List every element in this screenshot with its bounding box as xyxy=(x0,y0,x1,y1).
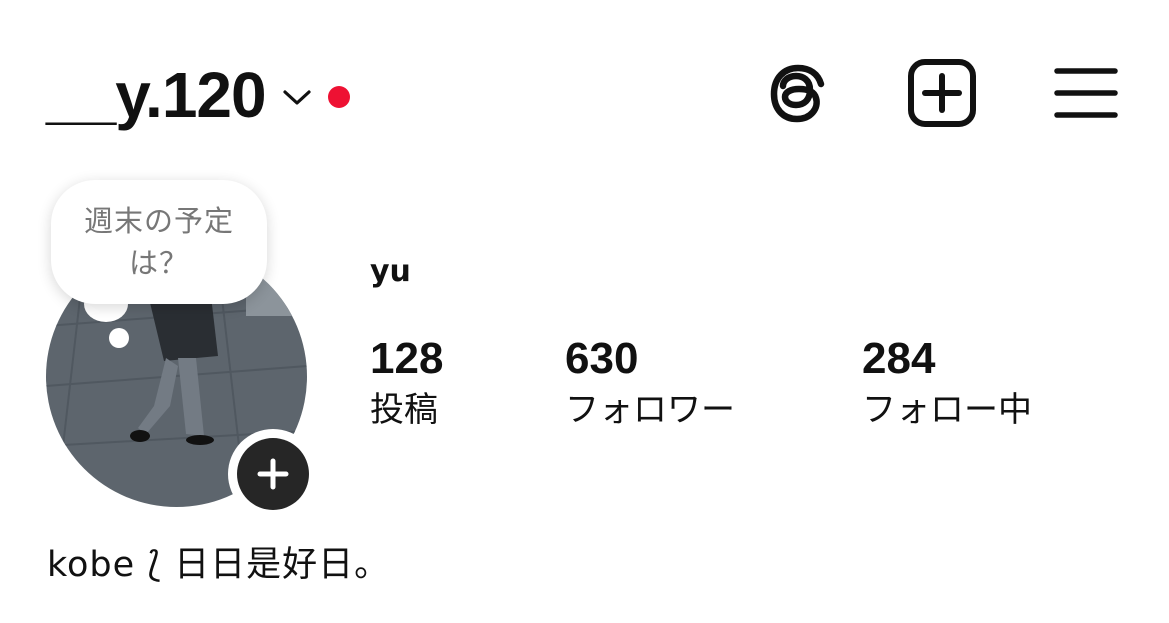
profile-page: __y.120 週末の予定は？ yu 128 投稿 630 フォロワー 284 … xyxy=(0,0,1169,623)
stat-label: フォロー中 xyxy=(862,390,1032,430)
following-count[interactable]: 284 フォロー中 xyxy=(862,334,1032,434)
bio-text: kobe ⟅ 日日是好日。 xyxy=(47,545,391,585)
display-name: yu xyxy=(370,254,411,289)
notification-dot xyxy=(327,86,350,108)
stat-count: 630 xyxy=(565,334,639,383)
add-story-button[interactable] xyxy=(228,429,318,519)
username: __y.120 xyxy=(46,59,267,131)
stat-count: 284 xyxy=(862,334,936,383)
followers-count[interactable]: 630 フォロワー xyxy=(565,334,735,434)
new-post-icon[interactable] xyxy=(907,58,977,128)
note-text: 週末の予定は？ xyxy=(83,204,234,280)
stat-count: 128 xyxy=(370,334,444,383)
hamburger-menu-icon[interactable] xyxy=(1054,66,1118,120)
plus-icon xyxy=(257,458,289,490)
chevron-down-icon xyxy=(282,90,311,105)
stat-label: フォロワー xyxy=(565,390,735,430)
posts-count[interactable]: 128 投稿 xyxy=(370,334,443,434)
account-switcher[interactable]: __y.120 xyxy=(46,55,350,135)
stat-label: 投稿 xyxy=(370,390,438,430)
note-tail-dot xyxy=(109,328,129,348)
threads-icon[interactable] xyxy=(766,60,830,128)
note-bubble[interactable]: 週末の予定は？ xyxy=(51,180,267,304)
